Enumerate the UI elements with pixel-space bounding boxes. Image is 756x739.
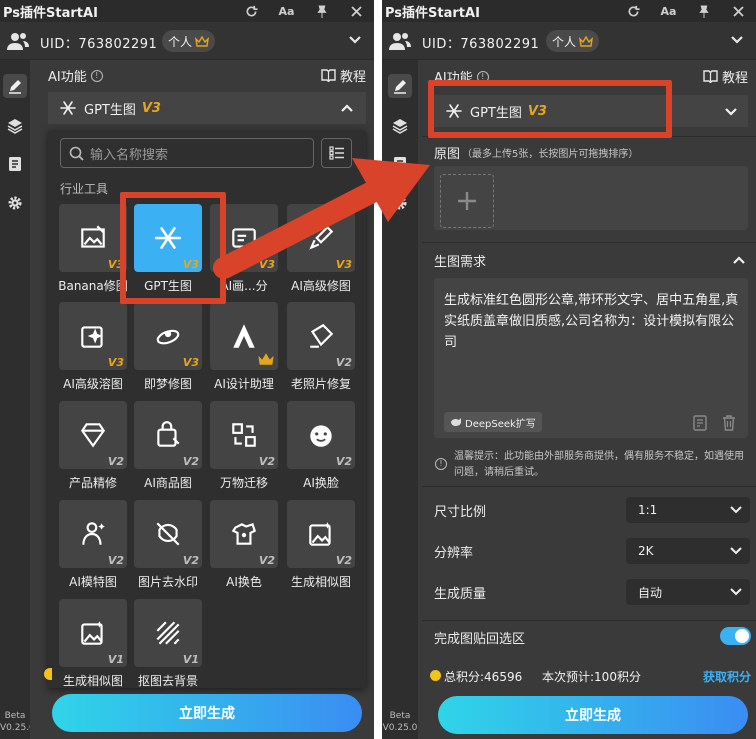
pointer-arrow-icon: [213, 158, 430, 279]
